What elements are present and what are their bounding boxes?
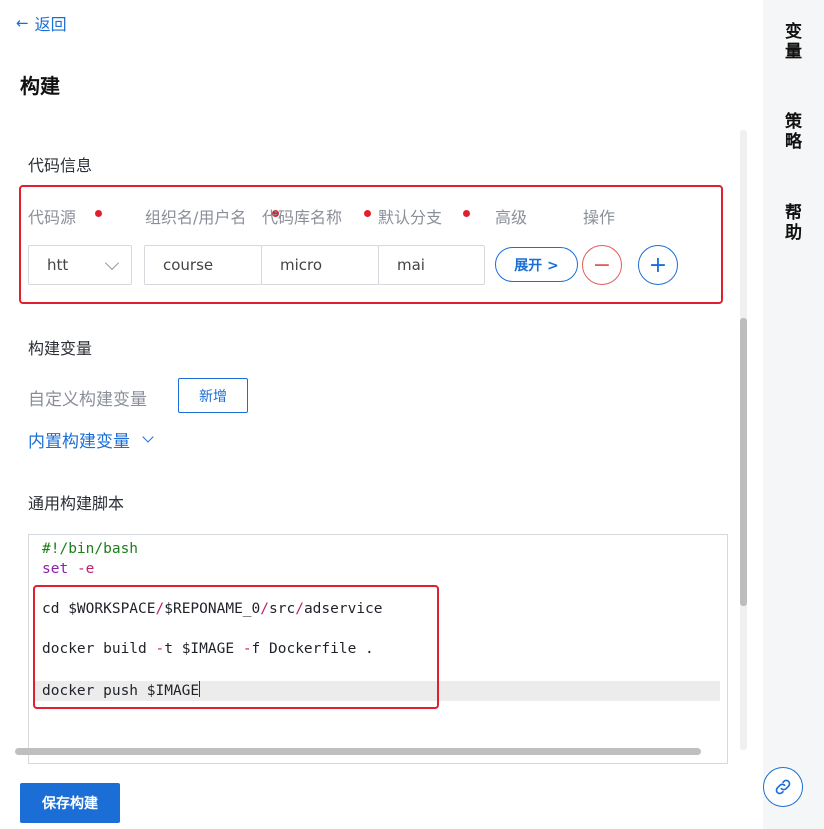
chevron-down-icon (142, 431, 154, 443)
builtin-vars-toggle[interactable]: 内置构建变量 (28, 427, 154, 452)
script-title: 通用构建脚本 (28, 494, 125, 513)
back-label: 返回 (34, 15, 67, 34)
code-line-1: #!/bin/bash (42, 541, 139, 557)
add-row-button[interactable]: + (638, 245, 678, 285)
source-value: htt (47, 256, 69, 274)
source-select[interactable]: htt (28, 245, 132, 285)
script-highlight (33, 585, 439, 709)
sidebar-item-variables[interactable]: 变 量 (763, 22, 824, 62)
plus-icon: + (648, 252, 668, 278)
link-button[interactable] (763, 767, 803, 807)
save-build-button[interactable]: 保存构建 (20, 783, 120, 823)
required-dot (95, 210, 102, 217)
header-actions: 操作 (583, 208, 616, 227)
branch-input[interactable]: mai (378, 245, 485, 285)
page-title: 构建 (20, 74, 60, 98)
required-dot (364, 210, 371, 217)
header-advanced: 高级 (495, 208, 528, 227)
main-panel: ← 返回 构建 代码信息 代码源 组织名/用户名 代码库名称 默认分支 高级 操… (0, 0, 763, 829)
horizontal-scrollbar[interactable] (15, 748, 701, 755)
header-repo: 代码库名称 (262, 208, 343, 227)
custom-vars-label: 自定义构建变量 (28, 390, 147, 410)
code-info-title: 代码信息 (28, 156, 93, 175)
chevron-down-icon (104, 255, 120, 271)
required-dot (463, 210, 470, 217)
expand-button[interactable]: 展开 > (495, 247, 578, 282)
arrow-left-icon: ← (16, 14, 29, 32)
sidebar-item-help[interactable]: 帮 助 (763, 203, 824, 243)
back-link[interactable]: ← 返回 (16, 11, 67, 35)
org-value: course (163, 256, 214, 274)
repo-value: micro (280, 256, 323, 274)
remove-row-button[interactable]: − (582, 245, 622, 285)
add-var-button[interactable]: 新增 (178, 378, 248, 413)
build-vars-title: 构建变量 (28, 339, 93, 358)
builtin-vars-label: 内置构建变量 (28, 432, 130, 452)
vertical-scrollbar[interactable] (740, 318, 747, 606)
right-sidebar: 变 量 策 略 帮 助 (763, 0, 824, 829)
code-line-2: set -e (42, 561, 95, 577)
sidebar-item-policy[interactable]: 策 略 (763, 112, 824, 152)
header-source: 代码源 (28, 208, 77, 227)
repo-input[interactable]: micro (261, 245, 379, 285)
minus-icon: − (592, 252, 612, 278)
org-input[interactable]: course (144, 245, 262, 285)
header-branch: 默认分支 (378, 208, 443, 227)
header-org: 组织名/用户名 (145, 208, 247, 227)
branch-value: mai (397, 256, 425, 274)
link-icon (775, 779, 791, 795)
